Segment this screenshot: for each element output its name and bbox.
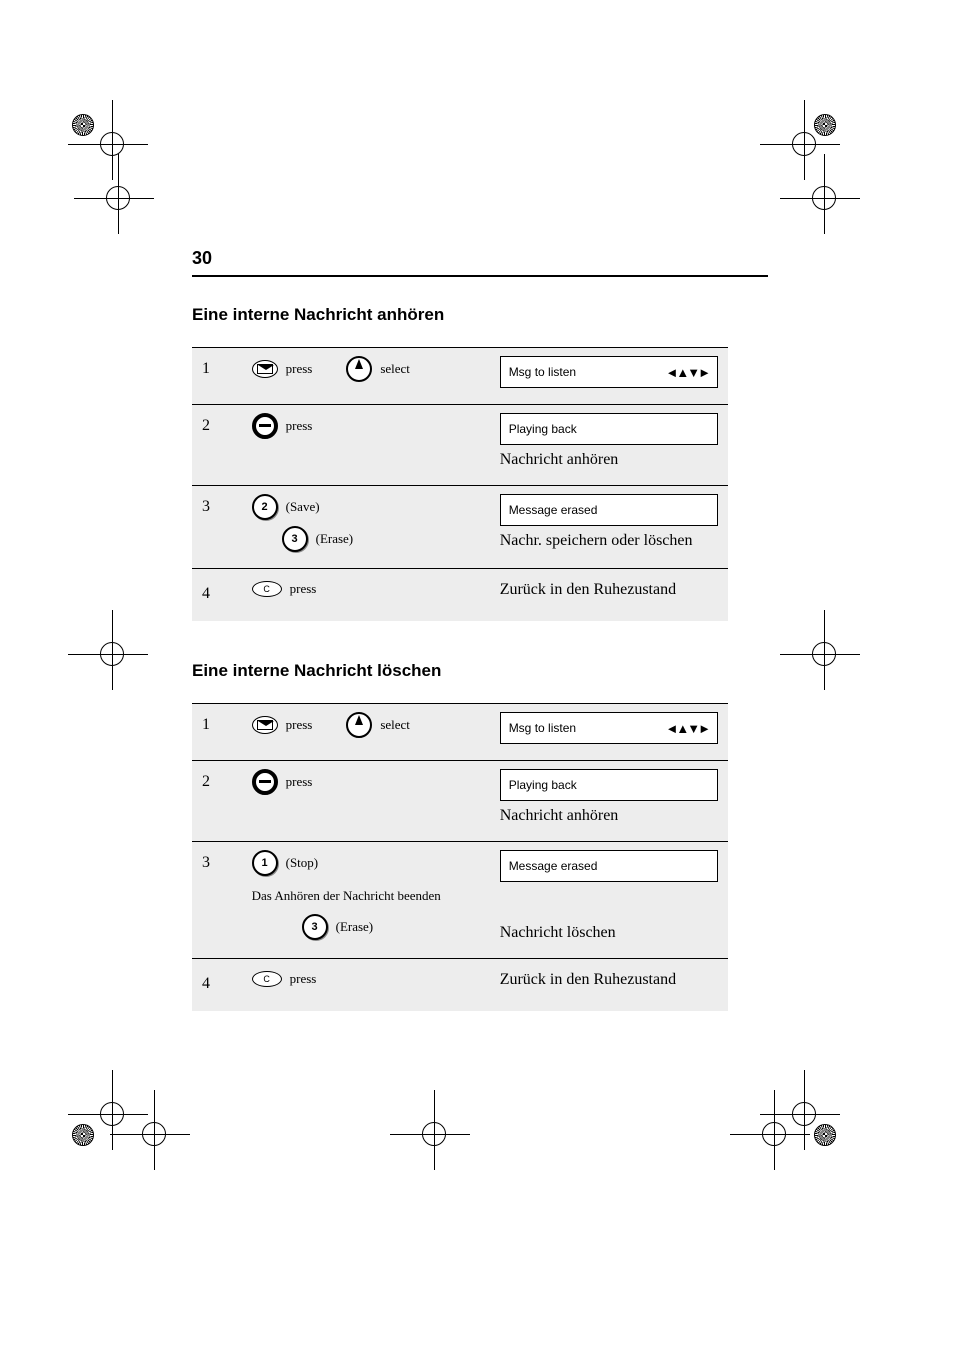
display-text: Message erased	[509, 503, 598, 517]
action-label: press	[286, 361, 313, 377]
step-row: 2 press Playing back Nachricht anhören	[192, 761, 728, 841]
display-text: Playing back	[509, 778, 577, 792]
step-description: Nachricht anhören	[500, 451, 718, 469]
step-number: 3	[202, 494, 252, 516]
lcd-display: Message erased	[500, 494, 718, 526]
section-title-listen: Eine interne Nachricht anhören	[192, 305, 768, 325]
section-title-delete: Eine interne Nachricht löschen	[192, 661, 768, 681]
keypad-button-icon: 3	[302, 914, 328, 940]
knob-icon	[346, 712, 372, 738]
step-row: 4 C press Zurück in den Ruhezustand	[192, 569, 728, 621]
crop-mark-icon	[740, 1100, 800, 1160]
keypad-button-icon: 1	[252, 850, 278, 876]
nav-arrows-icon: ◄▲▼►	[666, 721, 709, 736]
lcd-display: Playing back	[500, 413, 718, 445]
step-description: Das Anhören der Nachricht beenden	[252, 888, 500, 904]
action-label: press	[290, 581, 317, 597]
step-row: 4 C press Zurück in den Ruhezustand	[192, 959, 728, 1011]
action-label: press	[286, 774, 313, 790]
step-description: Zurück in den Ruhezustand	[500, 581, 718, 599]
keypad-button-icon: 3	[282, 526, 308, 552]
crop-mark-icon	[770, 110, 830, 170]
lcd-display: Msg to listen ◄▲▼►	[500, 356, 718, 388]
step-number: 4	[202, 581, 252, 603]
action-label: (Stop)	[286, 855, 319, 871]
crop-mark-icon	[78, 620, 138, 680]
display-text: Playing back	[509, 422, 577, 436]
cancel-button-icon: C	[252, 581, 282, 597]
step-number: 1	[202, 712, 252, 734]
display-text: Message erased	[509, 859, 598, 873]
step-number: 2	[202, 413, 252, 435]
action-label: select	[380, 361, 410, 377]
mail-icon	[252, 360, 278, 378]
page-number: 30	[192, 248, 768, 269]
action-label: press	[290, 971, 317, 987]
nav-arrows-icon: ◄▲▼►	[666, 365, 709, 380]
cancel-button-icon: C	[252, 971, 282, 987]
step-row: 3 1 (Stop) Das Anhören der Nachricht bee…	[192, 842, 728, 958]
header-rule	[192, 275, 768, 277]
step-row: 3 2 (Save) 3 (Erase) Message erased Nach…	[192, 486, 728, 568]
step-number: 3	[202, 850, 252, 872]
action-label: (Erase)	[336, 919, 374, 935]
action-label: (Erase)	[316, 531, 354, 547]
display-text: Msg to listen	[509, 365, 576, 379]
lcd-display: Msg to listen ◄▲▼►	[500, 712, 718, 744]
step-description: Zurück in den Ruhezustand	[500, 971, 718, 989]
action-label: press	[286, 717, 313, 733]
lcd-display: Playing back	[500, 769, 718, 801]
step-description: Nachricht löschen	[500, 924, 718, 942]
page-content: 30 Eine interne Nachricht anhören 1 pres…	[192, 248, 768, 1011]
step-number: 2	[202, 769, 252, 791]
lcd-display: Message erased	[500, 850, 718, 882]
knob-icon	[346, 356, 372, 382]
panel-listen: 1 press select Msg to listen ◄▲▼► 2	[192, 347, 728, 621]
play-icon	[252, 769, 278, 795]
crop-mark-icon	[120, 1100, 180, 1160]
step-row: 1 press select Msg to listen ◄▲▼►	[192, 348, 728, 404]
panel-delete: 1 press select Msg to listen ◄▲▼► 2	[192, 703, 728, 1011]
action-label: press	[286, 418, 313, 434]
mail-icon	[252, 716, 278, 734]
display-text: Msg to listen	[509, 721, 576, 735]
step-description: Nachr. speichern oder löschen	[500, 532, 718, 550]
step-row: 2 press Playing back Nachricht anhören	[192, 405, 728, 485]
crop-mark-icon	[790, 164, 850, 224]
step-number: 4	[202, 971, 252, 993]
crop-mark-icon	[84, 164, 144, 224]
crop-mark-icon	[400, 1100, 460, 1160]
play-icon	[252, 413, 278, 439]
crop-mark-icon	[790, 620, 850, 680]
step-row: 1 press select Msg to listen ◄▲▼►	[192, 704, 728, 760]
crop-mark-icon	[78, 110, 138, 170]
action-label: (Save)	[286, 499, 320, 515]
step-number: 1	[202, 356, 252, 378]
action-label: select	[380, 717, 410, 733]
keypad-button-icon: 2	[252, 494, 278, 520]
step-description: Nachricht anhören	[500, 807, 718, 825]
